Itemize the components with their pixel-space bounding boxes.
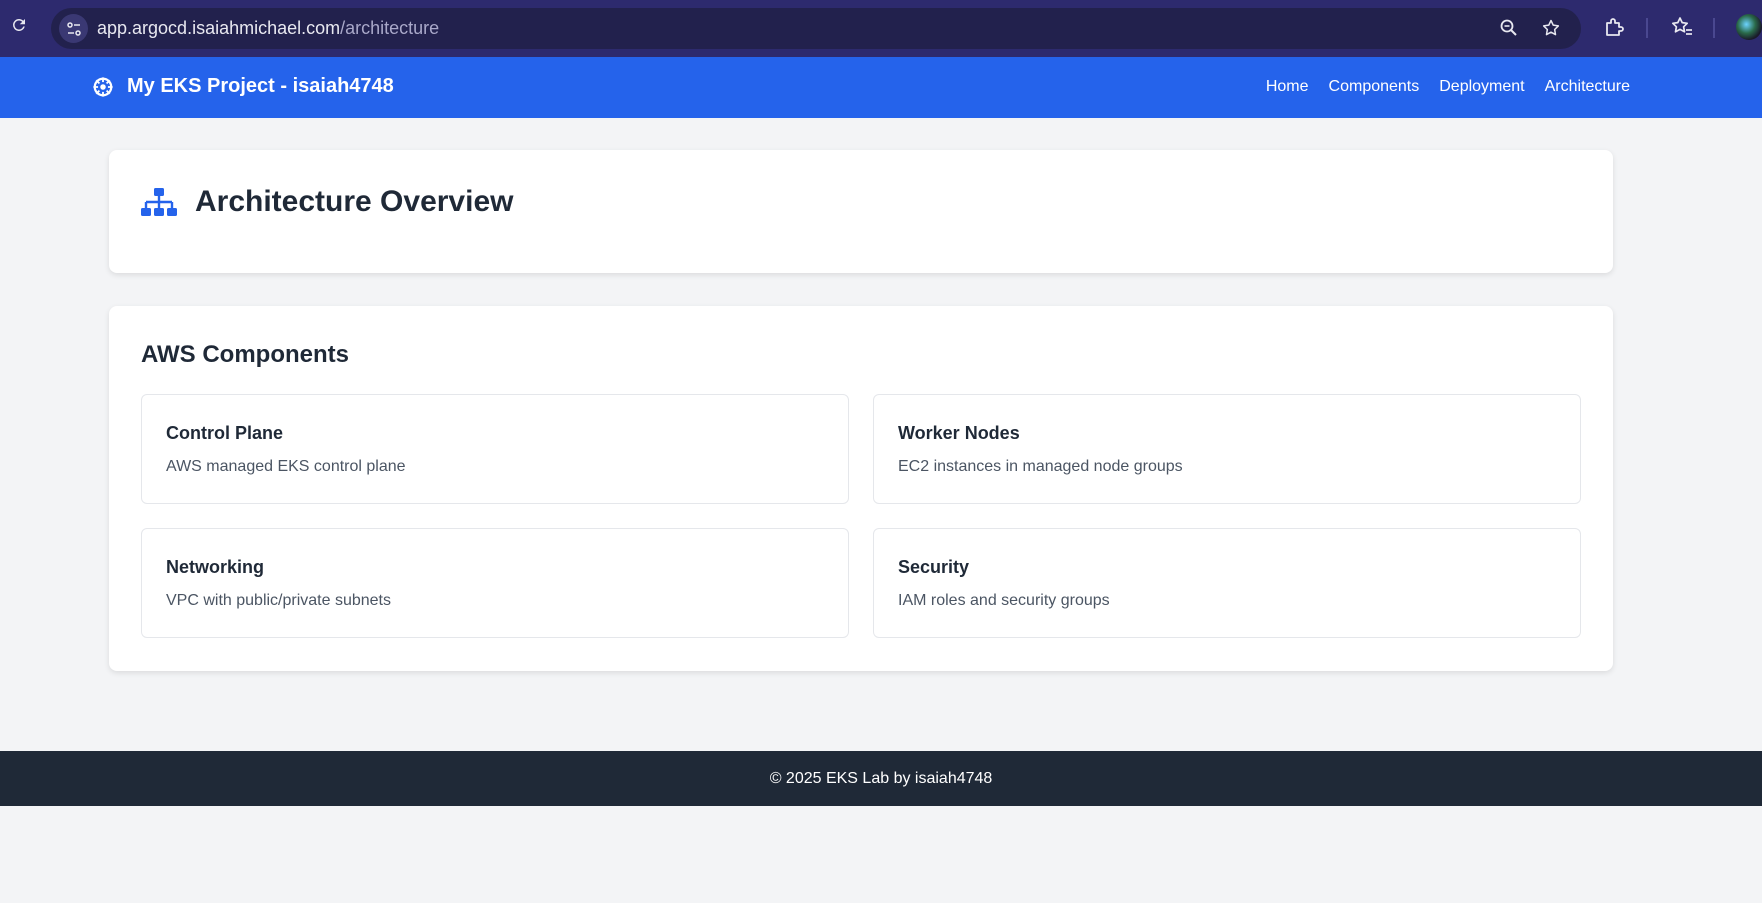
- component-title: Networking: [166, 557, 265, 577]
- nav-link-deployment[interactable]: Deployment: [1439, 78, 1524, 96]
- footer-copyright: © 2025 EKS Lab by isaiah4748: [769, 769, 993, 787]
- component-description: VPC with public/private subnets: [166, 592, 391, 609]
- toolbar-divider: [1713, 18, 1715, 38]
- component-title: Security: [898, 557, 970, 577]
- url-host: app.argocd.isaiahmichael.com: [97, 18, 341, 38]
- page-title: Architecture Overview: [195, 185, 514, 218]
- component-description: EC2 instances in managed node groups: [898, 458, 1183, 475]
- brand-name: My EKS Project - isaiah4748: [127, 75, 394, 97]
- brand[interactable]: My EKS Project - isaiah4748: [92, 75, 394, 98]
- nav-links: Home Components Deployment Architecture: [1266, 78, 1630, 96]
- site-navbar: My EKS Project - isaiah4748 Home Compone…: [0, 57, 1762, 118]
- component-description: AWS managed EKS control plane: [166, 458, 406, 475]
- component-card-worker-nodes: Worker Nodes EC2 instances in managed no…: [873, 394, 1581, 504]
- aws-components-card: AWS Components Control Plane AWS managed…: [109, 306, 1613, 671]
- component-card-networking: Networking VPC with public/private subne…: [141, 528, 849, 638]
- nav-link-home[interactable]: Home: [1266, 78, 1309, 96]
- kubernetes-helm-icon: [92, 76, 114, 98]
- nav-link-components[interactable]: Components: [1329, 78, 1420, 96]
- component-card-security: Security IAM roles and security groups: [873, 528, 1581, 638]
- reload-icon[interactable]: [8, 14, 30, 36]
- component-title: Control Plane: [166, 423, 284, 443]
- favorites-icon[interactable]: [1670, 15, 1694, 44]
- component-card-control-plane: Control Plane AWS managed EKS control pl…: [141, 394, 849, 504]
- browser-toolbar: app.argocd.isaiahmichael.com/architectur…: [0, 0, 1762, 58]
- address-bar[interactable]: app.argocd.isaiahmichael.com/architectur…: [51, 8, 1581, 49]
- sitemap-icon: [141, 188, 177, 223]
- component-description: IAM roles and security groups: [898, 592, 1110, 609]
- toolbar-divider: [1646, 18, 1648, 38]
- section-heading: AWS Components: [141, 341, 349, 368]
- url-text[interactable]: app.argocd.isaiahmichael.com/architectur…: [97, 18, 439, 39]
- site-footer: © 2025 EKS Lab by isaiah4748: [0, 751, 1762, 806]
- architecture-header-card: Architecture Overview: [109, 150, 1613, 273]
- url-path: /architecture: [340, 18, 440, 38]
- extensions-icon[interactable]: [1602, 15, 1626, 44]
- nav-link-architecture[interactable]: Architecture: [1545, 78, 1630, 96]
- bookmark-star-icon[interactable]: [1541, 18, 1561, 43]
- profile-avatar[interactable]: [1736, 14, 1762, 40]
- site-info-icon[interactable]: [59, 14, 88, 43]
- component-title: Worker Nodes: [898, 423, 1020, 443]
- zoom-icon[interactable]: [1499, 18, 1519, 43]
